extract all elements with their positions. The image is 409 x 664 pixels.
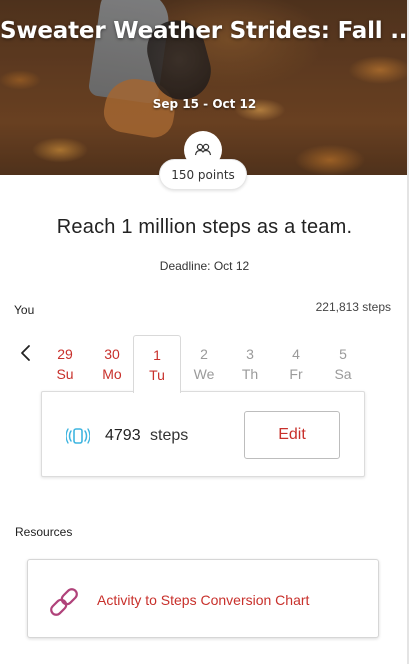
day-tab-th[interactable]: 3 Th [226,335,274,392]
previous-week-icon[interactable] [17,344,35,362]
challenge-dates: Sep 15 - Oct 12 [152,97,257,111]
resource-link-card[interactable]: Activity to Steps Conversion Chart [27,559,379,638]
day-number: 1 [153,347,161,363]
day-tab-mo[interactable]: 30 Mo [88,335,136,392]
day-of-week: Tu [149,367,165,383]
challenge-title: Sweater Weather Strides: Fall ... [0,18,409,44]
day-of-week: We [193,366,215,382]
link-icon [50,588,78,616]
day-tab-we[interactable]: 2 We [180,335,228,392]
day-number: 4 [292,346,300,362]
day-selector: 29 Su 30 Mo 1 Tu 2 We 3 Th 4 Fr 5 Sa [41,335,405,393]
day-of-week: Fr [289,366,303,382]
day-number: 3 [246,346,254,362]
team-icon [194,143,212,156]
day-tab-sa[interactable]: 5 Sa [319,335,367,392]
day-steps-value: 4793 [105,427,141,444]
activity-tracker-icon [66,428,90,444]
day-number: 29 [57,346,73,362]
challenge-goal: Reach 1 million steps as a team. [56,216,353,238]
resource-link-title: Activity to Steps Conversion Chart [97,592,310,608]
edit-steps-button[interactable]: Edit [244,411,340,459]
day-tab-su[interactable]: 29 Su [41,335,89,392]
day-steps-card: 4793 steps Edit [41,391,365,477]
day-tab-fr[interactable]: 4 Fr [272,335,320,392]
day-of-week: Th [241,366,259,382]
day-of-week: Sa [334,366,352,382]
challenge-deadline: Deadline: Oct 12 [159,259,250,273]
day-number: 2 [200,346,208,362]
points-badge [184,131,222,169]
day-of-week: Mo [102,366,122,382]
you-total-steps: 221,813 steps [315,300,391,314]
day-tab-tu[interactable]: 1 Tu [133,335,181,393]
you-label: You [14,303,35,317]
day-number: 5 [339,346,347,362]
resources-heading: Resources [15,525,73,539]
day-steps-unit: steps [150,427,189,444]
day-number: 30 [104,346,120,362]
day-of-week: Su [56,366,74,382]
